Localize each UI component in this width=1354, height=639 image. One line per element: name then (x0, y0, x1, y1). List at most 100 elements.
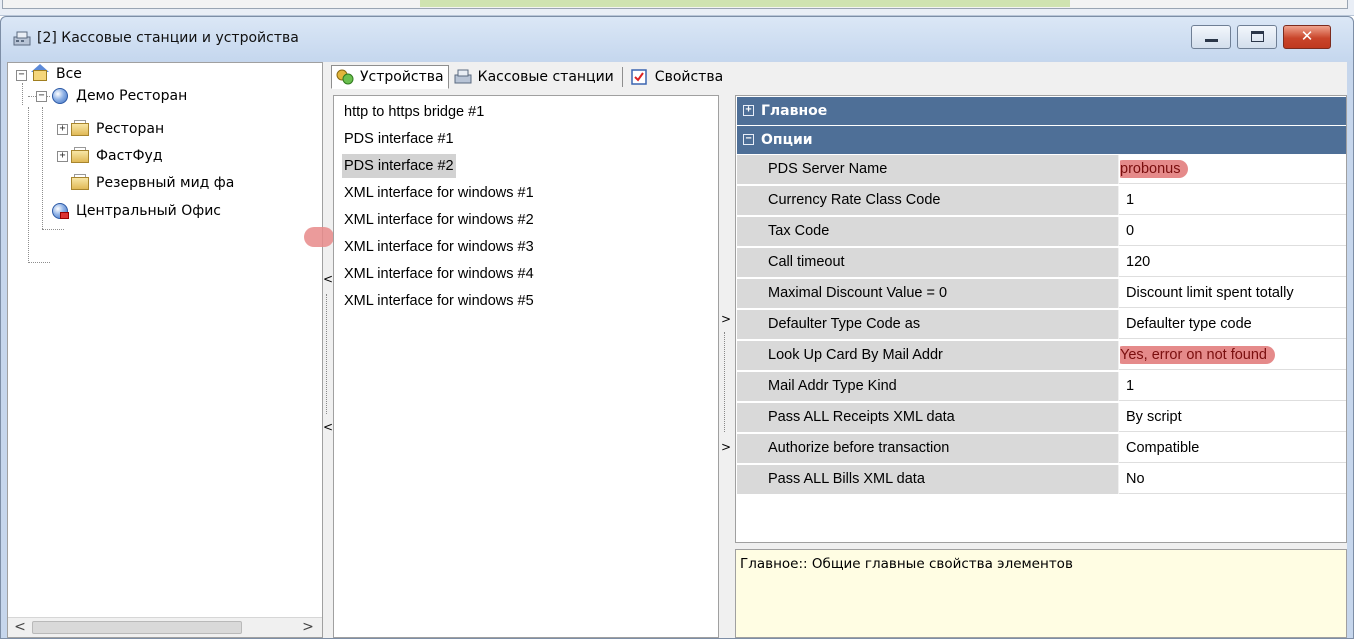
device-list-item[interactable]: XML interface for windows #1 (342, 181, 536, 205)
property-row[interactable]: Pass ALL Receipts XML data By script (737, 403, 1346, 432)
tree-node-central-office[interactable]: Центральный Офис (50, 200, 221, 222)
category-main[interactable]: + Главное (737, 97, 1346, 125)
property-row[interactable]: Tax Code 0 (737, 217, 1346, 246)
property-gutter (737, 310, 759, 339)
expand-icon[interactable]: + (57, 151, 68, 162)
device-list-item[interactable]: XML interface for windows #5 (342, 289, 536, 313)
cash-register-icon (13, 31, 31, 47)
tree-panel: − Все − Демо Ресторан + Ресторан + ФастФ… (7, 62, 323, 638)
property-gutter (737, 279, 759, 308)
property-value[interactable]: Defaulter type code (1120, 310, 1346, 339)
property-gutter (737, 186, 759, 215)
device-list-item[interactable]: XML interface for windows #2 (342, 208, 536, 232)
maximize-button[interactable] (1237, 25, 1277, 49)
tree-node-label: Центральный Офис (76, 203, 221, 219)
highlighted-value: probonus (1120, 160, 1189, 178)
cash-register-icon (454, 69, 472, 85)
splitter-grip (724, 332, 725, 432)
splitter-arrow-icon[interactable]: > (721, 312, 731, 326)
device-list-item[interactable]: http to https bridge #1 (342, 100, 486, 124)
device-list-item[interactable]: PDS interface #1 (342, 127, 456, 151)
folder-icon (70, 146, 92, 166)
property-name: Call timeout (759, 248, 1119, 277)
tab-label: Свойства (654, 69, 724, 85)
device-list: http to https bridge #1 PDS interface #1 P… (333, 95, 719, 638)
property-row[interactable]: Call timeout 120 (737, 248, 1346, 277)
property-value[interactable]: No (1120, 465, 1346, 494)
right-splitter[interactable]: > > (721, 312, 731, 462)
collapse-icon[interactable]: − (743, 134, 754, 145)
devices-icon (336, 69, 354, 85)
property-gutter (737, 217, 759, 246)
category-options[interactable]: − Опции (737, 126, 1346, 154)
close-icon: ✕ (1300, 27, 1314, 45)
property-value[interactable]: Yes, error on not found (1120, 341, 1346, 370)
property-name: PDS Server Name (759, 155, 1119, 184)
category-label: Опции (761, 132, 813, 148)
property-value[interactable]: Discount limit spent totally (1120, 279, 1346, 308)
tree-node-demo-restaurant[interactable]: Демо Ресторан (50, 85, 187, 107)
expand-icon[interactable]: + (57, 124, 68, 135)
tree-node-label: Ресторан (96, 121, 165, 137)
maximize-icon (1251, 31, 1264, 42)
tree-connector (22, 83, 23, 105)
splitter-arrow-icon[interactable]: > (721, 440, 731, 454)
category-label: Главное (761, 103, 828, 119)
close-button[interactable]: ✕ (1283, 25, 1331, 49)
description-text: Главное:: Общие главные свойства элемент… (740, 556, 1073, 572)
main-window: [2] Кассовые станции и устройства ✕ − Вс… (0, 16, 1354, 639)
tree-connector (28, 262, 50, 263)
property-value[interactable]: 1 (1120, 186, 1346, 215)
minimize-button[interactable] (1191, 25, 1231, 49)
device-list-item[interactable]: XML interface for windows #4 (342, 262, 536, 286)
splitter-grip (326, 294, 327, 414)
expand-icon[interactable]: + (743, 105, 754, 116)
globe-icon (50, 86, 72, 106)
splitter-arrow-icon[interactable]: < (323, 272, 333, 286)
property-gutter (737, 248, 759, 277)
splitter-arrow-icon[interactable]: < (323, 420, 333, 434)
scrollbar-thumb[interactable] (32, 621, 242, 634)
tree-connector (42, 229, 64, 230)
title-bar[interactable]: [2] Кассовые станции и устройства ✕ (1, 17, 1353, 61)
tree-node-reserve[interactable]: Резервный мид фа (70, 172, 234, 194)
property-row[interactable]: Pass ALL Bills XML data No (737, 465, 1346, 494)
property-row[interactable]: PDS Server Name probonus (737, 155, 1346, 184)
tree-horizontal-scrollbar[interactable]: < > (8, 617, 322, 637)
highlighted-value: Yes, error on not found (1120, 346, 1275, 364)
window-title: [2] Кассовые станции и устройства (37, 30, 299, 46)
property-value[interactable]: probonus (1120, 155, 1346, 184)
collapse-icon[interactable]: − (36, 91, 47, 102)
tree-node-restaurant[interactable]: Ресторан (70, 118, 164, 140)
device-list-item[interactable]: PDS interface #2 (342, 154, 456, 178)
tree-node-fastfood[interactable]: ФастФуд (70, 145, 163, 167)
property-row[interactable]: Defaulter Type Code as Defaulter type cod… (737, 310, 1346, 339)
collapse-icon[interactable]: − (16, 70, 27, 81)
folder-icon (70, 173, 92, 193)
property-value[interactable]: By script (1120, 403, 1346, 432)
property-row[interactable]: Maximal Discount Value = 0 Discount limit… (737, 279, 1346, 308)
scroll-right-icon[interactable]: > (298, 618, 318, 637)
property-value[interactable]: 0 (1120, 217, 1346, 246)
left-splitter[interactable]: < < (323, 272, 333, 442)
property-value[interactable]: 1 (1120, 372, 1346, 401)
property-row[interactable]: Currency Rate Class Code 1 (737, 186, 1346, 215)
device-list-item[interactable]: XML interface for windows #3 (342, 235, 536, 259)
tab-properties[interactable]: Свойства (626, 65, 728, 89)
tab-divider (621, 67, 623, 87)
property-row[interactable]: Mail Addr Type Kind 1 (737, 372, 1346, 401)
property-value[interactable]: Compatible (1120, 434, 1346, 463)
tree-node-all[interactable]: Все (30, 63, 82, 85)
property-gutter (737, 403, 759, 432)
property-row[interactable]: Authorize before transaction Compatible (737, 434, 1346, 463)
property-name: Pass ALL Bills XML data (759, 465, 1119, 494)
property-row[interactable]: Look Up Card By Mail Addr Yes, error on n… (737, 341, 1346, 370)
background-window-strip (0, 0, 1354, 16)
tab-cash-stations[interactable]: Кассовые станции (449, 65, 619, 89)
tab-devices[interactable]: Устройства (331, 65, 449, 89)
property-value[interactable]: 120 (1120, 248, 1346, 277)
tree-node-label: Демо Ресторан (76, 88, 188, 104)
property-name: Authorize before transaction (759, 434, 1119, 463)
scroll-left-icon[interactable]: < (10, 618, 30, 637)
tree-node-label: Резервный мид фа (96, 175, 235, 191)
